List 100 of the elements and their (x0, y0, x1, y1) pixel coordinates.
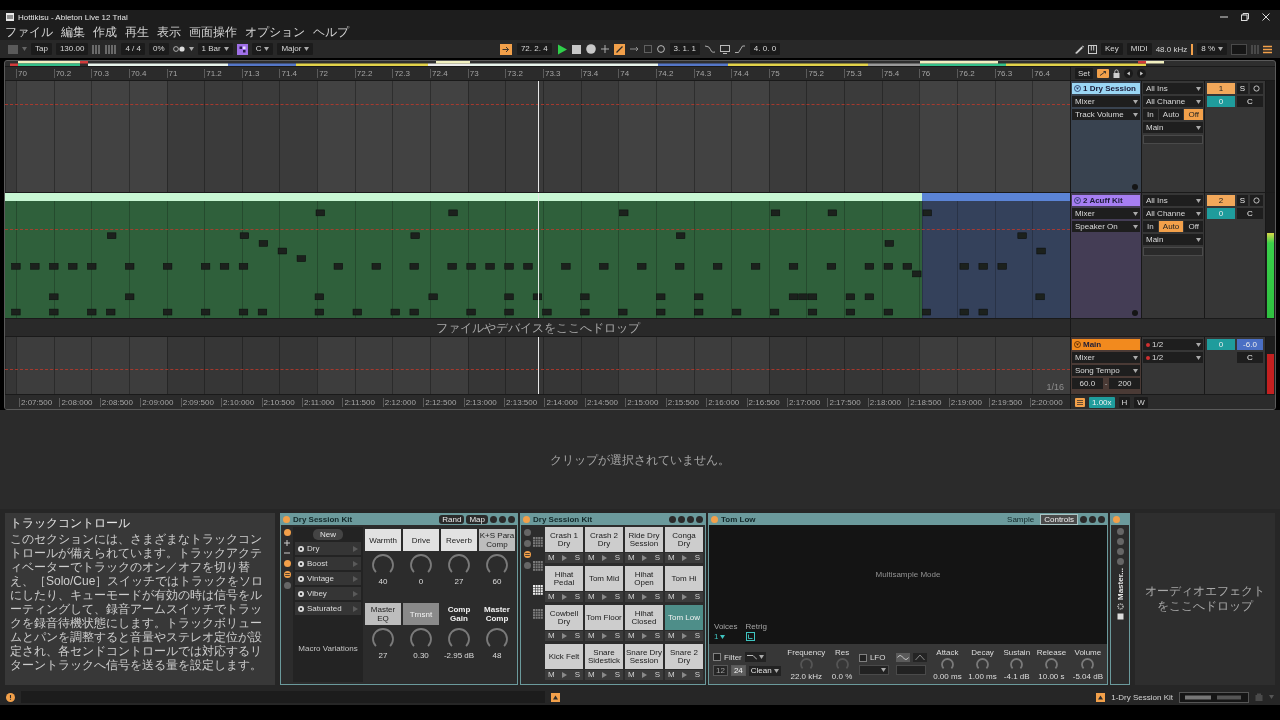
drum-pad[interactable]: Snare Dry Session (625, 644, 663, 669)
solo-button[interactable]: S (574, 553, 580, 563)
play-icon[interactable] (642, 594, 648, 600)
new-variation-button[interactable]: New (313, 529, 343, 540)
mute-button[interactable]: M (668, 670, 675, 680)
solo-button[interactable]: S (614, 670, 620, 680)
device-dropdown[interactable]: Mixer (1072, 352, 1140, 363)
dot-icon[interactable] (283, 516, 290, 523)
circle-icon[interactable] (490, 516, 497, 523)
device-drop-area[interactable]: オーディオエフェクトをここへドロップ (1135, 513, 1275, 685)
track-activator-button[interactable]: 1 (1207, 83, 1235, 94)
circle-icon[interactable] (696, 516, 703, 523)
play-icon[interactable] (682, 672, 688, 678)
sine-wave-icon[interactable] (895, 653, 910, 662)
play-icon[interactable] (562, 555, 568, 561)
circle-icon[interactable] (687, 516, 694, 523)
tap-button[interactable]: Tap (31, 43, 52, 55)
drum-pad[interactable]: Tom Floor (585, 605, 623, 630)
variation-item[interactable]: Saturated (295, 602, 361, 615)
solo-button[interactable]: S (694, 631, 700, 641)
position-field[interactable]: 72. 2. 4 (516, 43, 552, 55)
play-icon[interactable] (642, 633, 648, 639)
mute-button[interactable]: M (548, 553, 555, 563)
play-icon[interactable] (602, 555, 608, 561)
mute-button[interactable]: M (588, 553, 595, 563)
circle-icon[interactable] (523, 540, 531, 547)
drum-pad[interactable]: Crash 2 Dry (585, 527, 623, 552)
view-tab[interactable]: Sample (1003, 514, 1039, 525)
cue-volume-field[interactable]: -6.0 (1237, 339, 1263, 350)
input-dropdown[interactable]: All Ins (1143, 195, 1203, 206)
drum-pad[interactable]: Kick Felt (545, 644, 583, 669)
scale-dropdown[interactable]: Major (277, 43, 314, 55)
solo-button[interactable]: S (694, 553, 700, 563)
circle-icon[interactable] (499, 516, 506, 523)
quantize-dropdown[interactable]: 1 Bar (197, 43, 233, 55)
stop-icon[interactable] (571, 44, 581, 54)
control-dropdown[interactable]: Song Tempo (1072, 365, 1140, 376)
circle-icon[interactable] (656, 45, 665, 53)
pan-field[interactable]: C (1237, 96, 1263, 107)
empty-field[interactable] (1231, 43, 1247, 55)
slope-button[interactable]: 12 (713, 665, 728, 676)
mute-button[interactable]: M (628, 670, 635, 680)
restore-icon[interactable] (1241, 13, 1249, 21)
mute-button[interactable]: M (668, 592, 675, 602)
bars-icon[interactable] (92, 44, 102, 54)
arrow-icon[interactable] (629, 45, 639, 53)
track-name[interactable]: 2 Acuff Kit (1072, 195, 1140, 206)
menu-item[interactable]: オプション (245, 25, 305, 39)
circle-icon[interactable] (1089, 516, 1096, 523)
circle-icon[interactable] (1116, 528, 1124, 535)
channel-dropdown[interactable]: All Channe (1143, 208, 1203, 219)
knob[interactable] (1044, 657, 1058, 671)
mute-button[interactable]: M (668, 553, 675, 563)
record-icon[interactable] (585, 44, 596, 54)
menu-item[interactable]: 画面操作 (189, 25, 237, 39)
device-dropdown[interactable]: Mixer (1072, 208, 1140, 219)
play-icon[interactable] (602, 594, 608, 600)
arrow-circle-icon[interactable] (1137, 69, 1146, 78)
menu-item[interactable]: 編集 (61, 25, 85, 39)
plus-icon[interactable] (284, 540, 290, 546)
caret-circle-icon[interactable] (1074, 341, 1081, 348)
mute-button[interactable]: M (588, 670, 595, 680)
drum-pad[interactable]: Conga Dry (665, 527, 703, 552)
empty-field[interactable] (1143, 247, 1203, 256)
menu-item[interactable]: 再生 (125, 25, 149, 39)
header-button[interactable]: Rand (439, 515, 465, 524)
play-icon[interactable] (602, 633, 608, 639)
curve-icon[interactable] (704, 45, 715, 53)
filter-mode-dropdown[interactable]: Clean (748, 665, 781, 676)
dot-icon[interactable] (283, 529, 291, 536)
output-dropdown[interactable]: Main (1143, 122, 1203, 133)
input-dropdown[interactable]: All Ins (1143, 83, 1203, 94)
drum-pad[interactable]: Hihat Closed (625, 605, 663, 630)
range-max-field[interactable]: 200 (1109, 378, 1140, 389)
output-dropdown[interactable]: 1/2 (1143, 352, 1203, 363)
drum-pad[interactable]: Cowbell Dry (545, 605, 583, 630)
drum-pad[interactable]: Tom Hi (665, 566, 703, 591)
drum-pad[interactable]: Ride Dry Session (625, 527, 663, 552)
menu-item[interactable]: 作成 (93, 25, 117, 39)
monitor-button[interactable]: In (1143, 109, 1158, 120)
play-icon[interactable] (562, 594, 568, 600)
triangle-tile-icon[interactable] (551, 692, 561, 702)
play-icon[interactable] (682, 555, 688, 561)
menu-item[interactable]: 表示 (157, 25, 181, 39)
control-dropdown[interactable]: Speaker On (1072, 221, 1140, 232)
header-button[interactable]: Map (466, 515, 488, 524)
fit-height-button[interactable]: H (1118, 396, 1131, 408)
variation-item[interactable]: Dry (295, 542, 361, 555)
drum-pad[interactable]: Tom Low (665, 605, 703, 630)
lfo-checkbox[interactable] (858, 653, 867, 662)
pad-grid-icon[interactable] (533, 585, 543, 595)
slash-tile-icon[interactable] (613, 43, 625, 55)
gear-icon[interactable] (1116, 603, 1124, 610)
menu-item[interactable]: ヘルプ (313, 25, 349, 39)
menu-item[interactable]: ファイル (5, 25, 53, 39)
pan-field[interactable]: C (1237, 208, 1263, 219)
play-icon[interactable] (556, 43, 567, 55)
circle-icon[interactable] (1080, 516, 1087, 523)
track-name[interactable]: Main (1072, 339, 1140, 350)
lfo-dropdown[interactable] (858, 665, 889, 675)
